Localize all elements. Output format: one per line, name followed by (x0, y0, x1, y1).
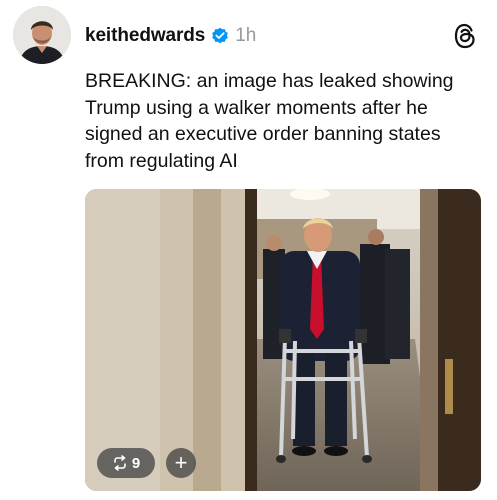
repost-button[interactable]: 9 (97, 448, 155, 478)
repost-icon (112, 455, 128, 471)
add-button[interactable]: + (166, 448, 196, 478)
verified-badge-icon (211, 27, 229, 45)
repost-count: 9 (131, 454, 141, 472)
post-timestamp: 1h (235, 25, 257, 46)
avatar[interactable] (13, 6, 71, 64)
threads-logo-icon[interactable] (453, 23, 477, 49)
username[interactable]: keithedwards (85, 25, 205, 47)
post-image[interactable]: 9 + (85, 189, 481, 491)
post-text: BREAKING: an image has leaked showing Tr… (85, 70, 454, 172)
post-header: keithedwards 1h (85, 22, 256, 50)
